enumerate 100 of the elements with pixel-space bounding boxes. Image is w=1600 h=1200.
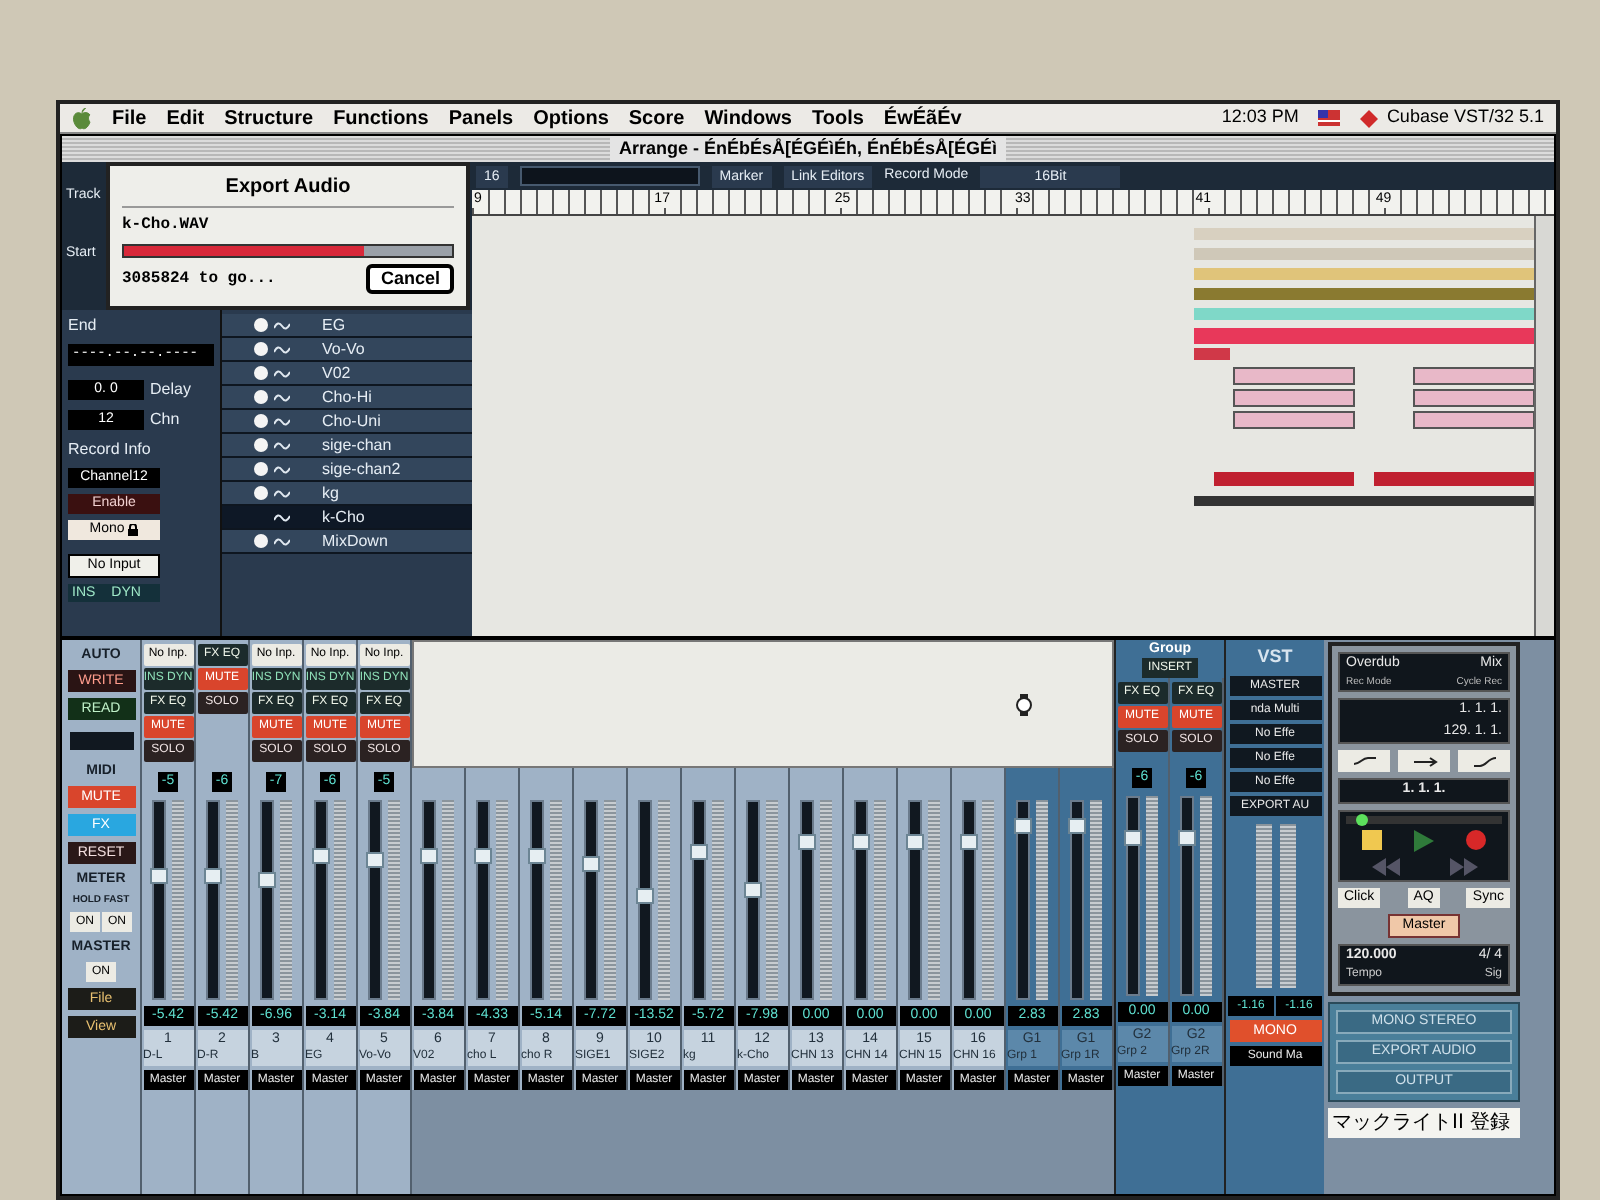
curve-button[interactable] [1398, 750, 1450, 772]
track-row[interactable]: sige-chan2 [222, 458, 472, 482]
track-name: V02 [322, 361, 351, 385]
cancel-button[interactable]: Cancel [366, 264, 454, 294]
fader-track[interactable] [476, 800, 490, 1000]
track-row[interactable]: Vo-Vo [222, 338, 472, 362]
fader-handle[interactable] [852, 833, 870, 850]
menu-item[interactable]: Panels [448, 103, 514, 133]
fader-handle[interactable] [636, 888, 654, 905]
curve-button[interactable] [1458, 750, 1510, 772]
fader-track[interactable] [908, 800, 922, 1000]
fader-handle[interactable] [960, 833, 978, 850]
fader-track[interactable] [584, 800, 598, 1000]
fader-track[interactable] [638, 800, 652, 1000]
track-row[interactable]: sige-chan [222, 434, 472, 458]
fader-handle[interactable] [906, 833, 924, 850]
field-label: End [68, 314, 99, 338]
curve-icon [1411, 755, 1437, 767]
flag-icon[interactable] [1318, 110, 1341, 126]
field-label: Delay [150, 378, 191, 402]
track-name: Cho-Hi [322, 385, 372, 409]
vertical-scrollbar[interactable] [1534, 216, 1554, 636]
fader-track[interactable] [260, 800, 274, 1000]
track-row[interactable]: Cho-Hi [222, 386, 472, 410]
track-name: Vo-Vo [322, 337, 365, 361]
fader-track[interactable] [368, 800, 382, 1000]
track-name: kg [322, 481, 339, 505]
menu-item[interactable]: Structure [224, 103, 314, 133]
fader-track[interactable] [530, 800, 544, 1000]
fader-handle[interactable] [798, 833, 816, 850]
fader-handle[interactable] [1068, 817, 1086, 834]
curve-icon [1351, 755, 1377, 767]
menu-item[interactable]: Functions [333, 103, 429, 133]
fader-track[interactable] [1016, 800, 1030, 1000]
fader-track[interactable] [1126, 796, 1140, 996]
fader-handle[interactable] [258, 872, 276, 889]
track-row[interactable]: Cho-Uni [222, 410, 472, 434]
curve-button[interactable] [1338, 750, 1390, 772]
fader-handle[interactable] [1178, 829, 1196, 846]
fader-handle[interactable] [690, 844, 708, 861]
menu-item[interactable]: File [112, 103, 147, 133]
fader-track[interactable] [206, 800, 220, 1000]
fader-handle[interactable] [582, 856, 600, 873]
window-title: Arrange - ÉnÉbÉsÅ[ÉGÉìÉh, ÉnÉbÉsÅ[ÉGÉì [610, 135, 1006, 163]
menu-item[interactable]: ÉwÉãÉv [883, 103, 962, 133]
desktop-label: マックライトII 登録 [1328, 1108, 1520, 1138]
fader-track[interactable] [314, 800, 328, 1000]
record-button[interactable] [1466, 830, 1486, 850]
menu-clock: 12:03 PM [1221, 104, 1299, 131]
text-field[interactable] [519, 166, 700, 186]
fader-handle[interactable] [474, 848, 492, 865]
diamond-icon [1360, 109, 1379, 127]
fader-handle[interactable] [1124, 829, 1142, 846]
menu-item[interactable]: Tools [811, 103, 864, 133]
rewind-button[interactable] [1371, 857, 1399, 875]
fader-track[interactable] [152, 800, 166, 1000]
position-slider[interactable] [1346, 815, 1502, 823]
fader-handle[interactable] [204, 868, 222, 885]
menu-item[interactable]: Windows [704, 103, 792, 133]
play-button[interactable] [1414, 829, 1434, 851]
fader-track[interactable] [746, 800, 760, 1000]
field-label: Chn [150, 408, 180, 432]
progress-status: 3085824 to go... [122, 267, 276, 291]
app-menu[interactable]: Cubase VST/32 5.1 [1386, 104, 1544, 132]
fader-track[interactable] [692, 800, 706, 1000]
track-row[interactable]: MixDown [222, 530, 472, 554]
fader-handle[interactable] [366, 852, 384, 869]
fader-handle[interactable] [744, 882, 762, 899]
watch-cursor-icon [1016, 693, 1032, 715]
track-row[interactable]: k-Cho [222, 506, 472, 530]
apple-icon[interactable] [72, 107, 92, 129]
track-row[interactable]: V02 [222, 362, 472, 386]
lock-icon [128, 524, 139, 536]
track-row[interactable]: EG [222, 314, 472, 338]
fader-handle[interactable] [420, 848, 438, 865]
fader-track[interactable] [1180, 796, 1194, 996]
menu-item[interactable]: Score [628, 103, 685, 133]
slider-thumb[interactable] [1355, 813, 1368, 825]
fader-track[interactable] [422, 800, 436, 1000]
fader-track[interactable] [1070, 800, 1084, 1000]
file-name: k-Cho.WAV [122, 214, 211, 238]
fader-handle[interactable] [528, 848, 546, 865]
fast-forward-button[interactable] [1449, 857, 1477, 875]
fader-track[interactable] [962, 800, 976, 1000]
track-name: EG [322, 313, 346, 337]
dialog-title: Export Audio [122, 172, 454, 208]
menu-item[interactable]: Edit [166, 103, 205, 133]
track-name: sige-chan2 [322, 457, 401, 481]
fader-handle[interactable] [1014, 817, 1032, 834]
fader-handle[interactable] [312, 848, 330, 865]
field-label: Record Info [68, 438, 153, 462]
track-name: sige-chan [322, 433, 392, 457]
track-name: MixDown [322, 529, 388, 553]
fader-track[interactable] [854, 800, 868, 1000]
fader-handle[interactable] [150, 868, 168, 885]
menu-item[interactable]: Options [533, 103, 609, 133]
track-row[interactable]: kg [222, 482, 472, 506]
fader-track[interactable] [800, 800, 814, 1000]
track-name: k-Cho [322, 505, 365, 529]
blank-display [69, 732, 133, 750]
